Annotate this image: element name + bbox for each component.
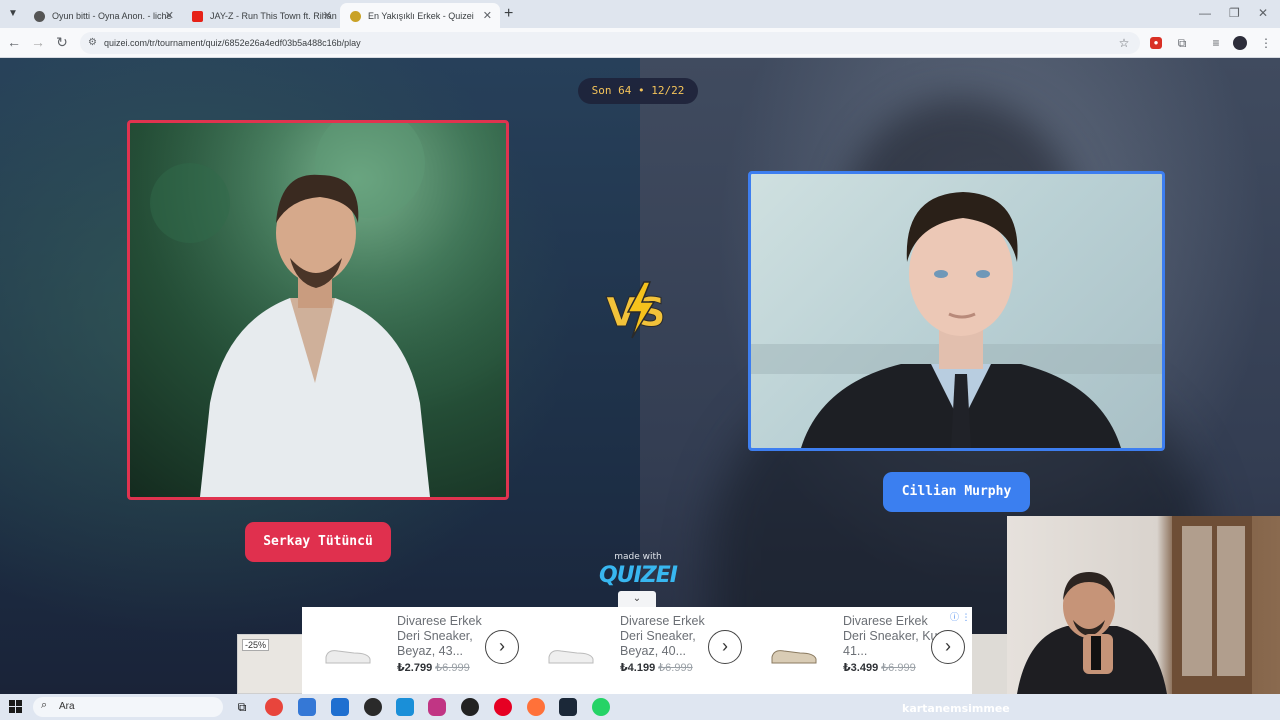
tab-search-chevron-icon[interactable]: ▼	[6, 7, 20, 21]
new-tab-button[interactable]: +	[504, 5, 513, 23]
right-contestant-photo[interactable]	[748, 171, 1165, 451]
ad-product[interactable]: Divarese Erkek Deri Sneaker, Kum, 41... …	[748, 607, 970, 694]
store-icon[interactable]	[298, 698, 316, 716]
made-with-label: made with	[614, 552, 662, 562]
quizei-favicon-icon	[350, 11, 361, 22]
profile-avatar-icon[interactable]	[1233, 36, 1247, 50]
ad-collapse-chevron-icon[interactable]: ⌄	[618, 591, 656, 607]
ad-current-price: ₺2.799	[397, 662, 433, 674]
menu-kebab-icon[interactable]: ⋮	[1258, 35, 1274, 51]
ad-next-chevron-icon[interactable]: ›	[931, 630, 965, 664]
left-contestant-photo[interactable]	[127, 120, 509, 500]
close-tab-icon[interactable]: ✕	[483, 9, 492, 22]
webcam-overlay	[1007, 516, 1280, 694]
tab-title: En Yakışıklı Erkek - Quizei	[368, 11, 474, 21]
ad-old-price: ₺6.999	[435, 662, 470, 674]
ad-price: ₺4.199 ₺6.999	[620, 661, 693, 674]
ad-price: ₺3.499 ₺6.999	[843, 661, 916, 674]
obs-icon[interactable]	[364, 698, 382, 716]
browser-tab-bar: ▼ Oyun bitti - Oyna Anon. - liche ✕ JAY-…	[0, 0, 1280, 28]
pinterest-icon[interactable]	[494, 698, 512, 716]
firefox-icon[interactable]	[527, 698, 545, 716]
back-arrow-icon[interactable]: ←	[5, 34, 23, 50]
ad-product[interactable]: Divarese Erkek Deri Sneaker, Beyaz, 40..…	[525, 607, 747, 694]
sneaker-image	[325, 650, 371, 664]
task-view-icon[interactable]: ⧉	[233, 698, 251, 716]
reload-icon[interactable]: ↻	[53, 34, 71, 51]
right-portrait-image	[751, 192, 1162, 448]
close-tab-icon[interactable]: ✕	[165, 9, 174, 22]
ad-old-price: ₺6.999	[881, 662, 916, 674]
ad-current-price: ₺3.499	[843, 662, 879, 674]
tab-quizei[interactable]: En Yakışıklı Erkek - Quizei ✕	[340, 3, 500, 28]
tab-title: Oyun bitti - Oyna Anon. - liche	[52, 11, 172, 21]
bookmark-star-icon[interactable]: ☆	[1116, 35, 1132, 51]
ad-product[interactable]: Divarese Erkek Deri Sneaker, Beyaz, 43..…	[302, 607, 524, 694]
stream-overlay-text: kartanemsimmee	[902, 702, 1010, 715]
forward-arrow-icon[interactable]: →	[29, 34, 47, 50]
tab-youtube[interactable]: JAY-Z - Run This Town ft. Rihan ✕	[182, 3, 340, 28]
chatgpt-icon[interactable]	[461, 698, 479, 716]
vote-right-button[interactable]: Cillian Murphy	[883, 472, 1030, 512]
extensions-puzzle-icon[interactable]: ⧉	[1174, 35, 1190, 51]
chrome-icon[interactable]	[265, 698, 283, 716]
adblock-extension-icon[interactable]: ●	[1150, 37, 1162, 49]
left-portrait-image	[130, 123, 506, 497]
quiz-page: Son 64 • 12/22 VS Serkay Tütüncü Cillian…	[0, 58, 1280, 694]
ad-next-chevron-icon[interactable]: ›	[485, 630, 519, 664]
ad-next-chevron-icon[interactable]: ›	[708, 630, 742, 664]
search-icon: ⌕	[41, 699, 48, 711]
browser-toolbar: ← → ↻ ⚙ quizei.com/tr/tournament/quiz/68…	[0, 28, 1280, 58]
vs-lightning-icon: VS	[606, 281, 666, 339]
lichess-favicon-icon	[34, 11, 45, 22]
sneaker-image	[548, 650, 594, 664]
search-placeholder: Ara	[59, 701, 75, 712]
mail-icon[interactable]	[331, 698, 349, 716]
steam-icon[interactable]	[559, 698, 577, 716]
whatsapp-icon[interactable]	[592, 698, 610, 716]
minimize-icon[interactable]: —	[1199, 6, 1211, 20]
ad-info-icon[interactable]: ⓘ ⋮	[950, 610, 971, 623]
tab-lichess[interactable]: Oyun bitti - Oyna Anon. - liche ✕	[24, 3, 182, 28]
windows-start-icon[interactable]	[9, 700, 22, 713]
site-info-icon[interactable]: ⚙	[88, 37, 97, 48]
shopping-ad-banner: Divarese Erkek Deri Sneaker, Beyaz, 43..…	[302, 607, 972, 694]
discount-badge: -25%	[242, 639, 270, 651]
taskbar-search-input[interactable]: ⌕ Ara	[33, 697, 223, 717]
round-badge: Son 64 • 12/22	[578, 78, 698, 104]
sneaker-image	[771, 650, 817, 664]
close-window-icon[interactable]: ✕	[1258, 6, 1268, 20]
vote-left-button[interactable]: Serkay Tütüncü	[245, 522, 391, 562]
twitter-icon[interactable]	[396, 698, 414, 716]
side-ad-right[interactable]	[972, 634, 1008, 694]
reading-list-icon[interactable]: ≡	[1208, 35, 1224, 51]
url-text: quizei.com/tr/tournament/quiz/6852e26a4e…	[104, 38, 361, 48]
side-ad-left[interactable]: -25%	[237, 634, 303, 694]
windows-taskbar: ⌕ Ara ⧉	[0, 694, 1280, 720]
close-tab-icon[interactable]: ✕	[323, 9, 332, 22]
tab-title: JAY-Z - Run This Town ft. Rihan	[210, 11, 337, 21]
restore-icon[interactable]: ❐	[1229, 6, 1240, 20]
quizei-logo[interactable]: QUIZEI	[596, 563, 680, 588]
instagram-icon[interactable]	[428, 698, 446, 716]
ad-current-price: ₺4.199	[620, 662, 656, 674]
webcam-person-image	[1017, 516, 1252, 694]
address-bar[interactable]: ⚙ quizei.com/tr/tournament/quiz/6852e26a…	[80, 32, 1140, 54]
youtube-favicon-icon	[192, 11, 203, 22]
ad-old-price: ₺6.999	[658, 662, 693, 674]
ad-price: ₺2.799 ₺6.999	[397, 661, 470, 674]
